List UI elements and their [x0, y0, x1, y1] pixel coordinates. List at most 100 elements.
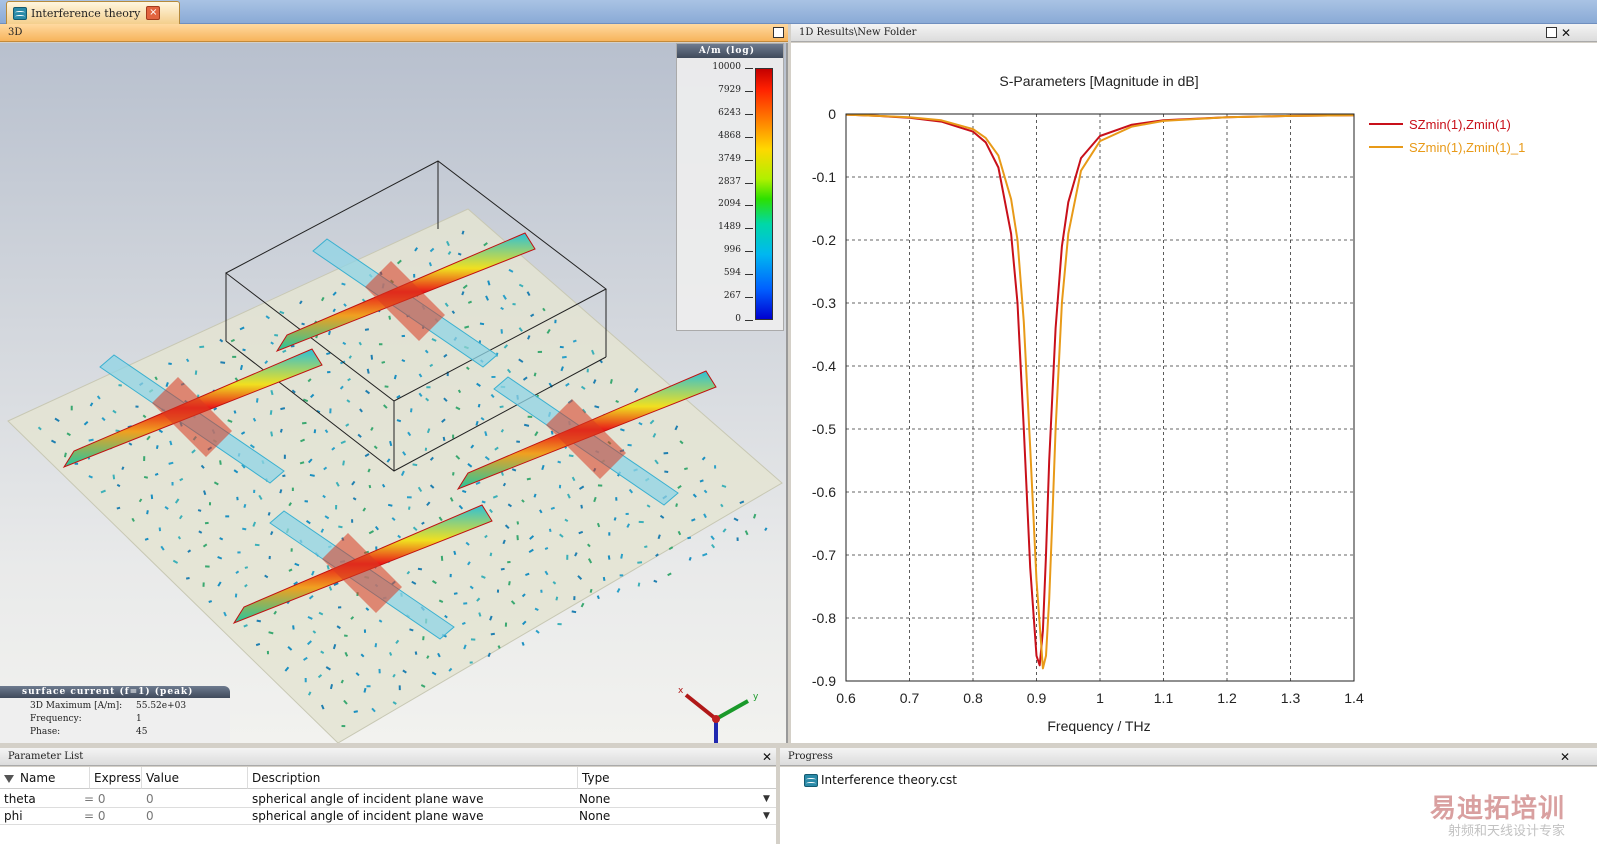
watermark: 易迪拓培训 射频和天线设计专家 — [1430, 794, 1565, 840]
param-type[interactable]: None — [575, 791, 610, 807]
parameter-list-header: Parameter List ✕ — [0, 748, 776, 766]
current-arrow — [352, 497, 357, 501]
results-plot-area[interactable]: S-Parameters [Magnitude in dB] Frequency… — [791, 43, 1597, 743]
colorbar-tick-label: 3749 — [718, 153, 741, 164]
progress-file-name: Interference theory.cst — [821, 773, 957, 787]
current-arrow — [534, 607, 539, 612]
current-arrow — [242, 527, 247, 531]
current-arrow — [358, 341, 362, 346]
current-arrow — [88, 475, 93, 479]
current-arrow — [711, 543, 716, 549]
x-tick-label: 0.6 — [836, 690, 856, 706]
close-icon[interactable]: ✕ — [762, 748, 772, 766]
current-arrow — [500, 306, 504, 311]
current-arrow — [578, 530, 584, 535]
current-arrow — [219, 460, 222, 465]
view3d-canvas[interactable]: x y z A/m (log) 10000 7929 6243 4868 3749 283… — [0, 43, 788, 743]
param-type[interactable]: None — [575, 808, 610, 824]
s-parameter-chart: S-Parameters [Magnitude in dB] Frequency… — [812, 73, 1525, 734]
param-expression[interactable]: = 0 — [80, 791, 106, 807]
current-arrow — [500, 428, 505, 433]
current-arrow — [364, 328, 370, 331]
current-arrow — [242, 348, 246, 352]
close-icon[interactable]: ✕ — [1560, 748, 1570, 766]
current-arrow — [620, 553, 624, 559]
current-arrow — [388, 315, 392, 320]
progress-header: Progress ✕ — [780, 748, 1597, 766]
column-header-description[interactable]: Description — [248, 767, 578, 789]
current-arrow — [154, 472, 159, 476]
current-arrow — [414, 651, 418, 655]
current-arrow — [508, 581, 511, 586]
legend-label: SZmin(1),Zmin(1)_1 — [1409, 140, 1525, 155]
current-arrow — [63, 452, 67, 458]
column-header-value[interactable]: Value — [142, 767, 248, 789]
colorbar-tick-label: 996 — [723, 245, 741, 256]
param-expression[interactable]: = 0 — [80, 808, 106, 824]
close-tab-icon[interactable]: × — [146, 6, 161, 20]
current-arrow — [326, 565, 330, 570]
current-arrow — [389, 651, 393, 656]
document-tab-interference-theory[interactable]: Interference theory × — [6, 1, 180, 24]
progress-file-entry[interactable]: Interference theory.cst — [804, 773, 957, 787]
column-header-name[interactable]: Name — [0, 767, 90, 789]
current-arrow — [667, 572, 672, 577]
y-tick-label: -0.6 — [812, 484, 836, 500]
colorbar-tick-mark — [745, 297, 753, 299]
maximize-icon[interactable] — [1546, 27, 1557, 38]
current-arrow — [353, 710, 358, 713]
colorbar-title: A/m (log) — [677, 44, 783, 58]
current-arrow — [332, 643, 337, 650]
current-arrow — [533, 493, 537, 498]
current-arrow — [511, 468, 517, 472]
current-arrow — [429, 363, 434, 368]
current-arrow — [243, 503, 247, 508]
column-header-expression[interactable]: Expressi — [90, 767, 144, 789]
current-arrow — [461, 621, 466, 625]
colorbar-tick-label: 1489 — [718, 222, 741, 233]
chevron-down-icon[interactable]: ▼ — [763, 794, 770, 804]
current-arrow — [146, 510, 149, 515]
watermark-brand: 易迪拓培训 — [1429, 794, 1565, 824]
current-arrow — [571, 610, 577, 614]
current-arrow — [675, 503, 678, 508]
param-description[interactable]: spherical angle of incident plane wave — [248, 791, 483, 807]
colorbar-tick-label: 7929 — [718, 84, 741, 95]
maximize-icon[interactable] — [773, 27, 784, 38]
chevron-down-icon[interactable]: ▼ — [763, 811, 770, 821]
current-arrow — [615, 400, 619, 403]
current-arrow — [208, 600, 213, 603]
current-arrow — [710, 535, 715, 541]
current-arrow — [764, 527, 768, 532]
current-arrow — [744, 530, 749, 536]
column-header-type[interactable]: Type — [578, 767, 776, 789]
current-arrow — [572, 339, 577, 343]
param-description[interactable]: spherical angle of incident plane wave — [248, 808, 483, 824]
chart-x-axis-label: Frequency / THz — [1047, 718, 1150, 734]
axis-x-label: x — [678, 686, 684, 696]
current-arrow — [288, 568, 293, 572]
current-arrow — [270, 431, 274, 437]
colorbar-tick-mark — [745, 274, 753, 276]
filter-icon[interactable] — [4, 774, 14, 783]
current-arrow — [270, 531, 274, 536]
current-arrow — [301, 421, 307, 425]
x-tick-label: 0.9 — [1027, 690, 1047, 706]
legend-label: SZmin(1),Zmin(1) — [1409, 117, 1511, 132]
current-arrow — [462, 489, 467, 493]
param-name[interactable]: theta — [0, 791, 36, 807]
current-arrow — [489, 552, 493, 557]
current-arrow — [596, 522, 601, 528]
colorbar-tick-mark — [745, 136, 753, 138]
close-icon[interactable]: ✕ — [1561, 24, 1571, 42]
current-arrow — [112, 474, 116, 480]
current-arrow — [367, 468, 371, 473]
current-arrow — [691, 518, 696, 522]
param-name[interactable]: phi — [0, 808, 23, 824]
y-tick-label: -0.5 — [812, 421, 836, 437]
x-tick-label: 1 — [1096, 690, 1104, 706]
row-divider — [0, 824, 776, 825]
current-arrow — [452, 472, 455, 476]
current-arrow — [348, 355, 352, 359]
current-arrow — [502, 539, 506, 545]
